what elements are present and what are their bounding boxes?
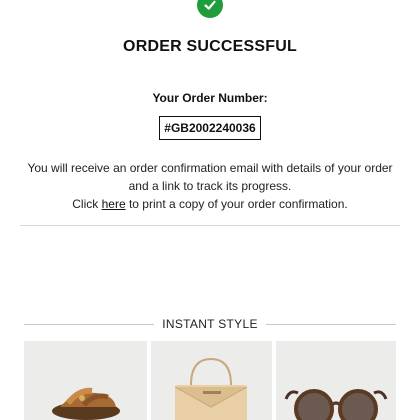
print-confirmation-link[interactable]: here — [102, 197, 126, 211]
round-sunglasses-icon — [284, 389, 388, 420]
instant-style-header: INSTANT STYLE — [24, 316, 397, 332]
order-number-box: #GB2002240036 — [159, 116, 261, 140]
order-number-label: Your Order Number: — [152, 91, 268, 105]
print-text: to print a copy of your order confirmati… — [128, 197, 348, 211]
page-title: ORDER SUCCESSFUL — [123, 38, 297, 55]
click-text: Click — [72, 197, 99, 211]
print-instruction: Click here to print a copy of your order… — [10, 195, 410, 213]
header-rule-left — [24, 323, 155, 325]
product-card-bag[interactable] — [151, 341, 272, 420]
instant-style-heading: INSTANT STYLE — [162, 317, 258, 331]
confirmation-message: You will receive an order confirmation e… — [10, 159, 410, 213]
product-card-sandals[interactable] — [24, 341, 147, 420]
message-line-1: You will receive an order confirmation e… — [27, 161, 393, 175]
tan-sandals-icon — [52, 387, 120, 420]
success-checkmark-icon — [197, 0, 223, 18]
section-divider — [20, 225, 400, 226]
message-line-2: and a link to track its progress. — [128, 179, 292, 193]
product-card-sunglasses[interactable] — [276, 341, 396, 420]
header-rule-right — [265, 323, 397, 325]
order-number-value: #GB2002240036 — [164, 121, 256, 135]
beige-crossbody-bag-icon — [174, 357, 248, 420]
